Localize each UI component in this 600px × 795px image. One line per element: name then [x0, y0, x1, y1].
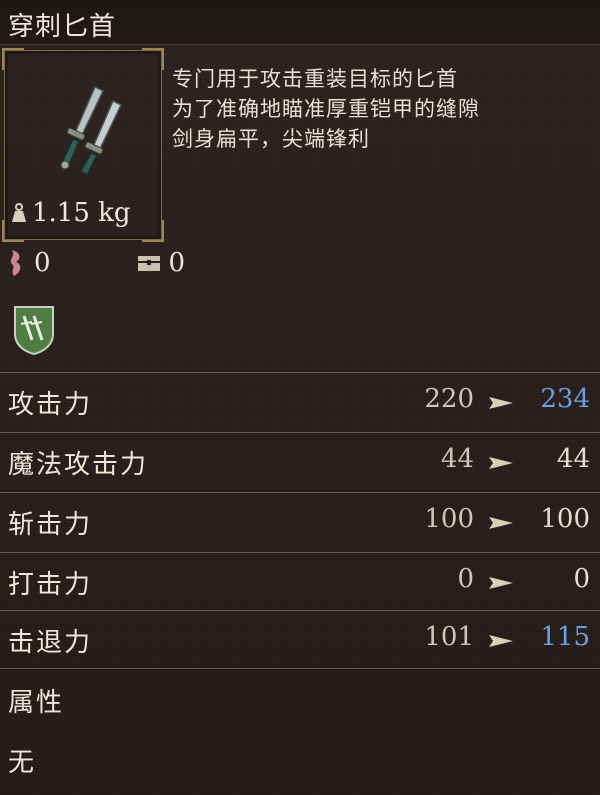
- stat-new-value: 100: [540, 504, 590, 534]
- stat-label: 魔法攻击力: [8, 450, 149, 480]
- stat-base-value: 100: [424, 504, 474, 534]
- arrow-right-icon: [489, 397, 513, 409]
- stat-new-value: 234: [540, 384, 590, 414]
- divider: [0, 492, 600, 493]
- stat-label: 斩击力: [8, 510, 93, 540]
- stat-base-value: 0: [457, 564, 474, 594]
- weight-icon: [12, 203, 26, 222]
- description-line: 剑身扁平，尖端锋利: [172, 127, 370, 151]
- stat-base-value: 220: [424, 384, 474, 414]
- resource-row: 0 0: [6, 248, 185, 278]
- divider: [0, 372, 600, 373]
- stamina-cost-value: 0: [34, 248, 51, 278]
- stamina-cost: 0: [6, 248, 51, 278]
- stat-label: 击退力: [8, 628, 93, 658]
- stamina-icon: [10, 250, 21, 276]
- frame-corner: [142, 48, 164, 70]
- stat-base-value: 101: [424, 622, 474, 652]
- storage-value-text: 0: [168, 248, 186, 278]
- arrow-right-icon: [489, 577, 513, 589]
- item-title: 穿刺匕首: [8, 12, 117, 42]
- title-bar: 穿刺匕首: [0, 0, 600, 45]
- stat-row: 斩击力 100 100: [0, 494, 600, 552]
- arrow-right-icon: [489, 517, 513, 529]
- divider: [0, 552, 600, 553]
- item-description: 专门用于攻击重装目标的匕首 为了准确地瞄准厚重铠甲的缝隙 剑身扁平，尖端锋利: [172, 64, 592, 154]
- stat-new-value: 115: [540, 622, 590, 652]
- stat-row: 攻击力 220 234: [0, 374, 600, 432]
- description-line: 专门用于攻击重装目标的匕首: [172, 67, 458, 91]
- stat-new-value: 44: [556, 444, 590, 474]
- attributes-value: 无: [8, 748, 37, 778]
- description-line: 为了准确地瞄准厚重铠甲的缝隙: [172, 97, 480, 121]
- stat-base-value: 44: [440, 444, 474, 474]
- attributes-label: 属性: [8, 688, 65, 718]
- stat-new-value: 0: [573, 564, 590, 594]
- weight-value: 1.15 kg: [32, 198, 131, 228]
- stat-row: 打击力 0 0: [0, 554, 600, 612]
- frame-corner: [2, 48, 24, 70]
- storage-value: 0: [137, 248, 186, 278]
- divider: [0, 668, 600, 669]
- divider: [0, 432, 600, 433]
- stat-row: 击退力 101 115: [0, 612, 600, 670]
- stat-label: 打击力: [8, 570, 93, 600]
- dagger-icon: [60, 85, 122, 177]
- weight-row: 1.15 kg: [8, 198, 131, 228]
- divider: [0, 610, 600, 611]
- frame-corner: [142, 220, 164, 242]
- arrow-right-icon: [489, 457, 513, 469]
- stat-row: 魔法攻击力 44 44: [0, 434, 600, 492]
- arrow-right-icon: [489, 635, 513, 647]
- chest-icon: [137, 256, 160, 271]
- shield-icon: [14, 306, 54, 356]
- stat-label: 攻击力: [8, 390, 93, 420]
